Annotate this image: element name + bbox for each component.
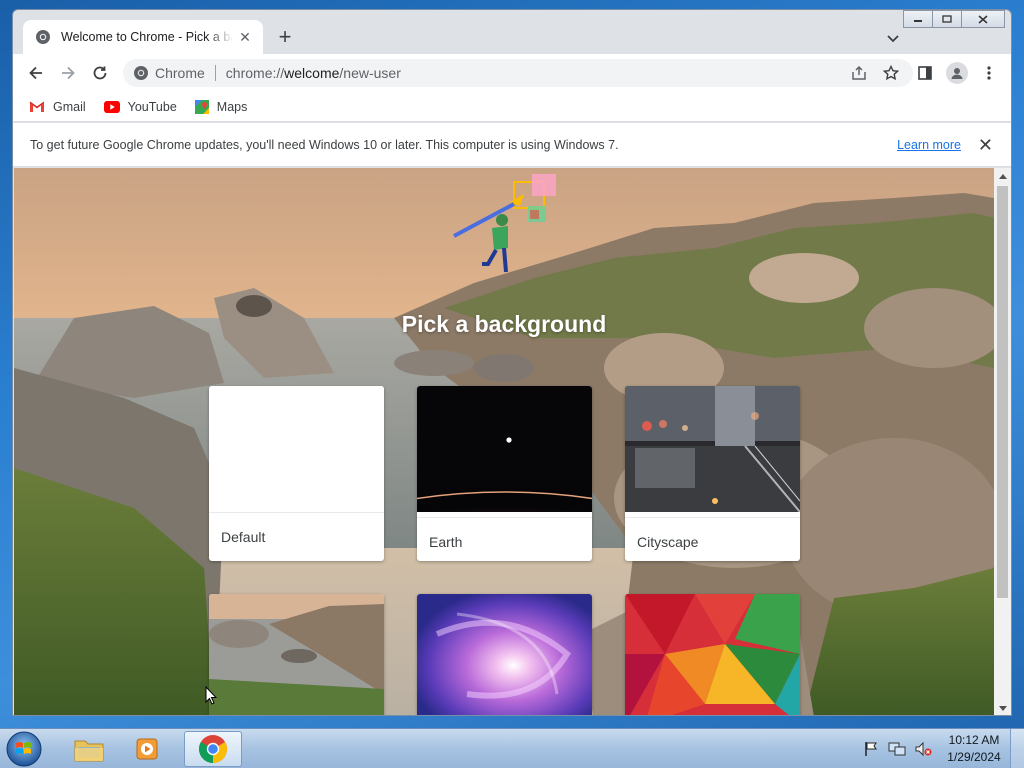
media-player-icon [136,738,158,760]
chrome-favicon-icon [36,30,50,44]
background-card-default[interactable]: Default [209,386,384,561]
bookmarks-bar: Gmail YouTube Maps [13,92,1011,122]
scrollbar-thumb[interactable] [997,186,1008,598]
maps-icon [194,99,209,114]
taskbar-clock[interactable]: 10:12 AM 1/29/2024 [938,732,1010,766]
tab-search-chevron-icon[interactable] [881,26,905,50]
tab-welcome[interactable]: Welcome to Chrome - Pick a background ✕ [23,20,263,54]
update-infobar: To get future Google Chrome updates, you… [13,123,1011,167]
page-title: Pick a background [401,311,607,337]
chrome-app-icon [199,735,227,763]
taskbar-explorer[interactable] [60,731,118,767]
chrome-site-icon [134,66,148,80]
infobar-message: To get future Google Chrome updates, you… [30,137,619,152]
windows-taskbar: 10:12 AM 1/29/2024 [0,728,1024,768]
card-thumb [417,594,592,715]
card-label: Earth [417,517,592,561]
window-controls [903,10,1005,28]
card-label: Cityscape [625,517,800,561]
minimize-button[interactable] [903,10,933,28]
bookmark-youtube[interactable]: YouTube [103,100,177,114]
welcome-page: Pick a background Default Earth Cityscap… [14,168,994,715]
chrome-window: Welcome to Chrome - Pick a background ✕ … [12,9,1012,716]
reload-button[interactable] [84,57,116,89]
youtube-icon [103,100,120,113]
mouse-cursor-icon [205,686,217,705]
tab-strip: Welcome to Chrome - Pick a background ✕ … [13,10,1011,54]
background-card-landscape[interactable] [209,594,384,715]
painter-illustration-icon [453,174,556,273]
share-icon[interactable] [843,57,875,89]
network-icon[interactable] [886,739,908,759]
bookmark-star-icon[interactable] [875,57,907,89]
tab-close-icon[interactable]: ✕ [237,29,253,46]
card-thumb [209,594,384,715]
background-card-geometric[interactable] [625,594,800,715]
folder-icon [74,740,104,762]
tab-title: Welcome to Chrome - Pick a background [61,30,233,44]
menu-kebab-icon[interactable] [973,57,1005,89]
clock-date: 1/29/2024 [947,750,1001,764]
side-panel-icon[interactable] [909,57,941,89]
card-thumb [209,386,384,512]
scroll-down-arrow-icon[interactable] [994,700,1011,715]
windows-start-button[interactable] [4,730,44,768]
infobar-close-icon[interactable]: ✕ [978,135,993,156]
back-button[interactable] [20,57,52,89]
page-scrollbar[interactable] [994,168,1011,715]
background-card-galaxy[interactable] [417,594,592,715]
background-card-earth[interactable]: Earth [417,386,592,561]
omnibox-site-label: Chrome [155,65,205,81]
omnibox-separator [214,65,216,81]
omnibox[interactable]: Chrome chrome://welcome/new-user [123,59,913,87]
show-desktop-button[interactable] [1010,729,1024,768]
omnibox-url[interactable]: chrome://welcome/new-user [226,65,401,81]
learn-more-link[interactable]: Learn more [897,138,961,152]
restore-button[interactable] [932,10,962,28]
card-thumb [417,386,592,556]
bookmark-maps[interactable]: Maps [194,99,247,114]
taskbar-media-player[interactable] [120,731,178,767]
taskbar-chrome[interactable] [184,731,242,767]
background-card-cityscape[interactable]: Cityscape [625,386,800,561]
avatar [946,62,968,84]
new-tab-button[interactable]: + [271,24,299,52]
browser-toolbar: Chrome chrome://welcome/new-user [13,54,1011,92]
scroll-up-arrow-icon[interactable] [994,168,1011,185]
clock-time: 10:12 AM [948,733,1000,747]
bookmark-gmail[interactable]: Gmail [29,100,86,114]
volume-muted-icon[interactable] [912,739,934,759]
profile-button[interactable] [941,57,973,89]
action-center-flag-icon[interactable] [860,739,882,759]
forward-button[interactable] [52,57,84,89]
system-tray: 10:12 AM 1/29/2024 [860,729,1024,768]
gmail-icon [29,101,45,112]
card-thumb [625,386,800,513]
card-thumb [625,594,800,715]
close-window-button[interactable] [961,10,1005,28]
card-label: Default [209,512,384,561]
